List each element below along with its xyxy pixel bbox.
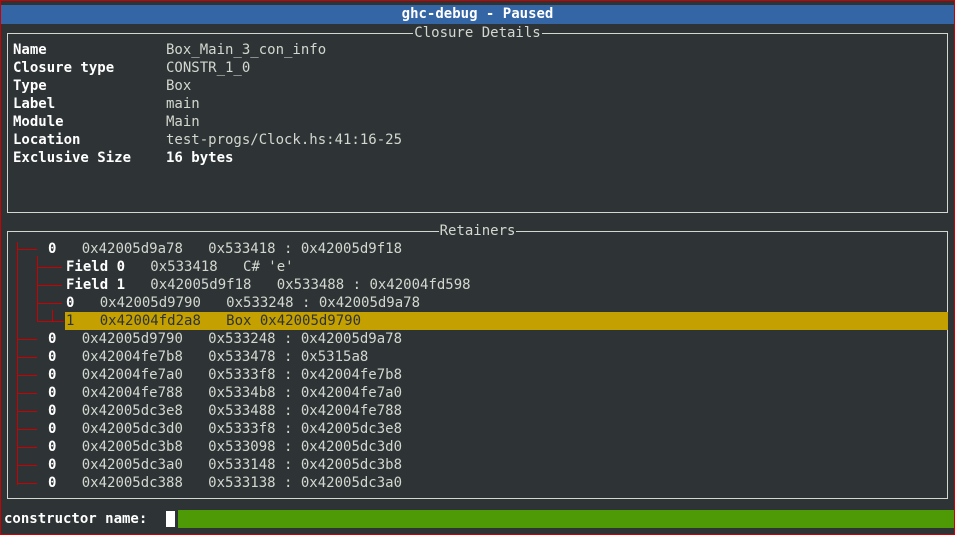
detail-row-location: Location test-progs/Clock.hs:41:16-25 xyxy=(13,132,403,148)
detail-row-exclusive-size: Exclusive Size 16 bytes xyxy=(13,150,234,166)
window-title: ghc-debug - Paused xyxy=(1,5,954,24)
detail-row-name: Name Box_Main_3_con_info xyxy=(13,42,327,58)
detail-row-type: Type Box xyxy=(13,78,192,94)
retainers-panel: Retainers 0 0x42005d9a78 0x533418 : 0x42… xyxy=(7,223,948,499)
retainer-row[interactable]: 0 0x42004fe7b8 0x533478 : 0x5315a8 xyxy=(8,348,948,366)
constructor-name-input[interactable] xyxy=(178,510,954,528)
constructor-name-label: constructor name: xyxy=(4,511,156,527)
closure-details-panel: Closure Details Name Box_Main_3_con_info … xyxy=(7,25,948,213)
closure-details-title: Closure Details xyxy=(413,25,542,41)
retainer-row[interactable]: 0 0x42005dc388 0x533138 : 0x42005dc3a0 xyxy=(8,474,948,492)
detail-row-closure-type: Closure type CONSTR_1_0 xyxy=(13,60,251,76)
text-cursor xyxy=(166,511,175,527)
retainer-row[interactable]: 0 0x42005dc3b8 0x533098 : 0x42005dc3d0 xyxy=(8,438,948,456)
command-bar: constructor name: xyxy=(1,510,954,528)
retainer-row[interactable]: 0 0x42004fe7a0 0x5333f8 : 0x42004fe7b8 xyxy=(8,366,948,384)
detail-row-label: Label main xyxy=(13,96,200,112)
retainer-row[interactable]: Field 0 0x533418 C# 'e' xyxy=(8,258,948,276)
retainer-row[interactable]: 0 0x42005dc3e8 0x533488 : 0x42004fe788 xyxy=(8,402,948,420)
retainer-row[interactable]: 0 0x42005d9790 0x533248 : 0x42005d9a78 xyxy=(8,294,948,312)
detail-row-module: Module Main xyxy=(13,114,200,130)
retainer-row[interactable]: Field 1 0x42005d9f18 0x533488 : 0x42004f… xyxy=(8,276,948,294)
retainer-row-selected[interactable]: 1 0x42004fd2a8 Box 0x42005d9790 xyxy=(8,312,948,330)
retainer-row[interactable]: 0 0x42005dc3d0 0x5333f8 : 0x42005dc3e8 xyxy=(8,420,948,438)
retainer-row[interactable]: 0 0x42005d9790 0x533248 : 0x42005d9a78 xyxy=(8,330,948,348)
retainer-row[interactable]: 0 0x42004fe788 0x5334b8 : 0x42004fe7a0 xyxy=(8,384,948,402)
retainers-title: Retainers xyxy=(438,223,517,239)
retainer-row[interactable]: 0 0x42005d9a78 0x533418 : 0x42005d9f18 xyxy=(8,240,948,258)
retainer-row[interactable]: 0 0x42005dc3a0 0x533148 : 0x42005dc3b8 xyxy=(8,456,948,474)
